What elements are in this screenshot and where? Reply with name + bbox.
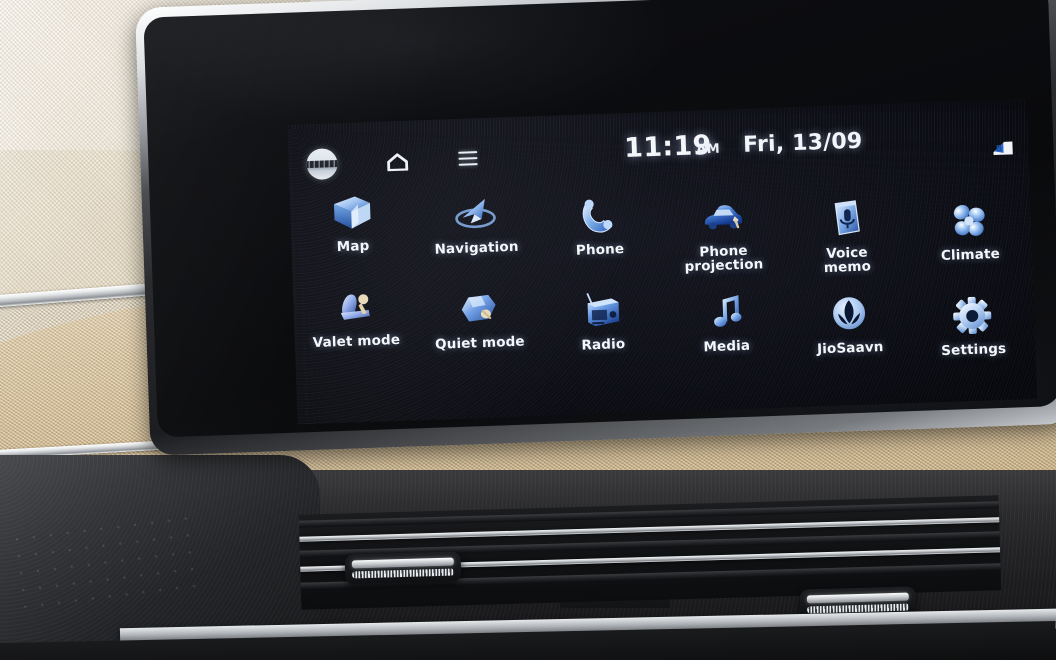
infotainment-housing: 11:19 AM Fri, 13/09 B Map Navigation Pho… xyxy=(135,0,1056,456)
app-tile-phone[interactable]: Phone xyxy=(536,192,662,286)
app-tile-climate[interactable]: Climate xyxy=(907,197,1033,273)
app-label: Media xyxy=(703,337,751,356)
app-tile-radio[interactable]: Radio xyxy=(540,287,666,381)
app-label: Phone xyxy=(575,241,625,259)
gear-icon xyxy=(949,293,997,339)
map-layer-icon xyxy=(328,190,376,236)
vent-direction-knob-left[interactable] xyxy=(344,551,462,585)
music-note-icon xyxy=(702,290,750,336)
bluetooth-device-icon[interactable]: B xyxy=(992,139,1015,157)
status-date: Fri, 13/09 xyxy=(742,128,863,158)
app-tile-phone-projection[interactable]: Phone projection xyxy=(660,193,786,281)
app-label: Valet mode xyxy=(312,331,401,351)
voice-memo-mic-icon xyxy=(822,197,870,243)
car-projection-icon xyxy=(699,195,747,241)
quiet-mode-icon xyxy=(455,286,503,332)
app-label: Radio xyxy=(581,336,626,354)
screenshot-stage: 11:19 AM Fri, 13/09 B Map Navigation Pho… xyxy=(0,0,1056,660)
app-tile-jiosaavn[interactable]: JioSaavn xyxy=(787,290,913,372)
climate-fan-icon xyxy=(945,198,993,244)
app-grid: Map Navigation Phone Phone projection Vo… xyxy=(290,169,1037,400)
app-label: Map xyxy=(336,237,370,256)
status-meridiem: AM xyxy=(696,141,721,158)
jiosaavn-logo-icon xyxy=(825,291,873,337)
app-label: Navigation xyxy=(434,238,519,258)
app-tile-valet-mode[interactable]: Valet mode xyxy=(293,283,420,389)
app-tile-navigation[interactable]: Navigation xyxy=(413,190,540,290)
avatar-circle-icon[interactable] xyxy=(306,148,339,181)
app-label: JioSaavn xyxy=(816,339,884,358)
app-tile-media[interactable]: Media xyxy=(663,288,789,376)
app-tile-voice-memo[interactable]: Voice memo xyxy=(783,195,909,277)
infotainment-display[interactable]: 11:19 AM Fri, 13/09 B Map Navigation Pho… xyxy=(287,98,1038,425)
phone-handset-icon xyxy=(575,193,623,239)
radio-icon xyxy=(578,288,626,334)
app-label-line2: projection xyxy=(684,256,764,275)
app-tile-map[interactable]: Map xyxy=(290,188,417,294)
valet-seat-icon xyxy=(331,285,379,331)
navigation-arrow-icon xyxy=(452,191,500,237)
app-tile-settings[interactable]: Settings xyxy=(910,292,1036,368)
app-label: Settings xyxy=(941,340,1007,360)
app-label: Climate xyxy=(940,245,1001,265)
app-label: Quiet mode xyxy=(434,333,525,353)
home-icon[interactable] xyxy=(386,153,409,172)
svg-text:B: B xyxy=(996,143,1003,153)
hamburger-menu-icon[interactable] xyxy=(458,151,478,167)
screen-bezel: 11:19 AM Fri, 13/09 B Map Navigation Pho… xyxy=(143,0,1056,438)
app-tile-quiet-mode[interactable]: Quiet mode xyxy=(416,285,543,385)
